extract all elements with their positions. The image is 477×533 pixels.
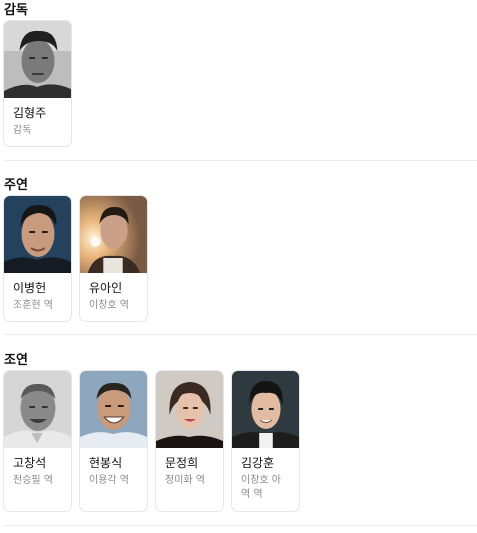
profile-photo [232,371,299,448]
person-role: 이창호 역 [89,300,129,311]
supporting-section: 조연 고창석 천승필 역 현봉식 이용각 역 문정희 정미화 역 김강훈 이창호… [0,350,477,530]
person-role: 이용각 역 [89,475,129,486]
person-role: 정미화 역 [165,475,205,486]
card-body: 현봉식 이용각 역 [80,448,147,495]
person-card[interactable]: 현봉식 이용각 역 [79,370,148,512]
supporting-card-row: 고창석 천승필 역 현봉식 이용각 역 문정희 정미화 역 김강훈 이창호 아역… [3,370,300,512]
lead-card-row: 이병헌 조훈현 역 유아인 이창호 역 [3,195,148,322]
section-divider [4,525,477,526]
person-card[interactable]: 김형주 감독 [3,20,72,147]
person-role: 천승필 역 [13,475,53,486]
person-card[interactable]: 고창석 천승필 역 [3,370,72,512]
profile-photo [80,371,147,448]
profile-photo [4,196,71,273]
person-name: 문정희 [165,456,199,470]
director-section: 감독 김형주 감독 [0,0,477,162]
lead-section: 주연 이병헌 조훈현 역 유아인 이창호 역 [0,175,477,337]
card-body: 김강훈 이창호 아역 역 [232,448,299,509]
profile-photo [80,196,147,273]
card-body: 이병헌 조훈현 역 [4,273,71,320]
section-divider [4,160,477,161]
person-name: 유아인 [89,281,123,295]
profile-photo [156,371,223,448]
person-role: 이창호 아역 역 [241,475,281,500]
profile-photo [4,21,71,98]
person-role: 조훈현 역 [13,300,53,311]
card-body: 문정희 정미화 역 [156,448,223,495]
person-role: 감독 [13,125,32,136]
section-divider [4,334,477,335]
person-name: 현봉식 [89,456,123,470]
section-title-lead: 주연 [4,178,28,193]
person-card[interactable]: 김강훈 이창호 아역 역 [231,370,300,512]
person-name: 김강훈 [241,456,275,470]
person-name: 이병헌 [13,281,47,295]
person-card[interactable]: 유아인 이창호 역 [79,195,148,322]
profile-photo [4,371,71,448]
card-body: 유아인 이창호 역 [80,273,147,320]
section-title-supporting: 조연 [4,353,28,368]
person-card[interactable]: 이병헌 조훈현 역 [3,195,72,322]
person-name: 김형주 [13,106,47,120]
section-title-director: 감독 [4,3,28,18]
card-body: 김형주 감독 [4,98,71,145]
person-card[interactable]: 문정희 정미화 역 [155,370,224,512]
director-card-row: 김형주 감독 [3,20,72,147]
person-name: 고창석 [13,456,47,470]
card-body: 고창석 천승필 역 [4,448,71,495]
